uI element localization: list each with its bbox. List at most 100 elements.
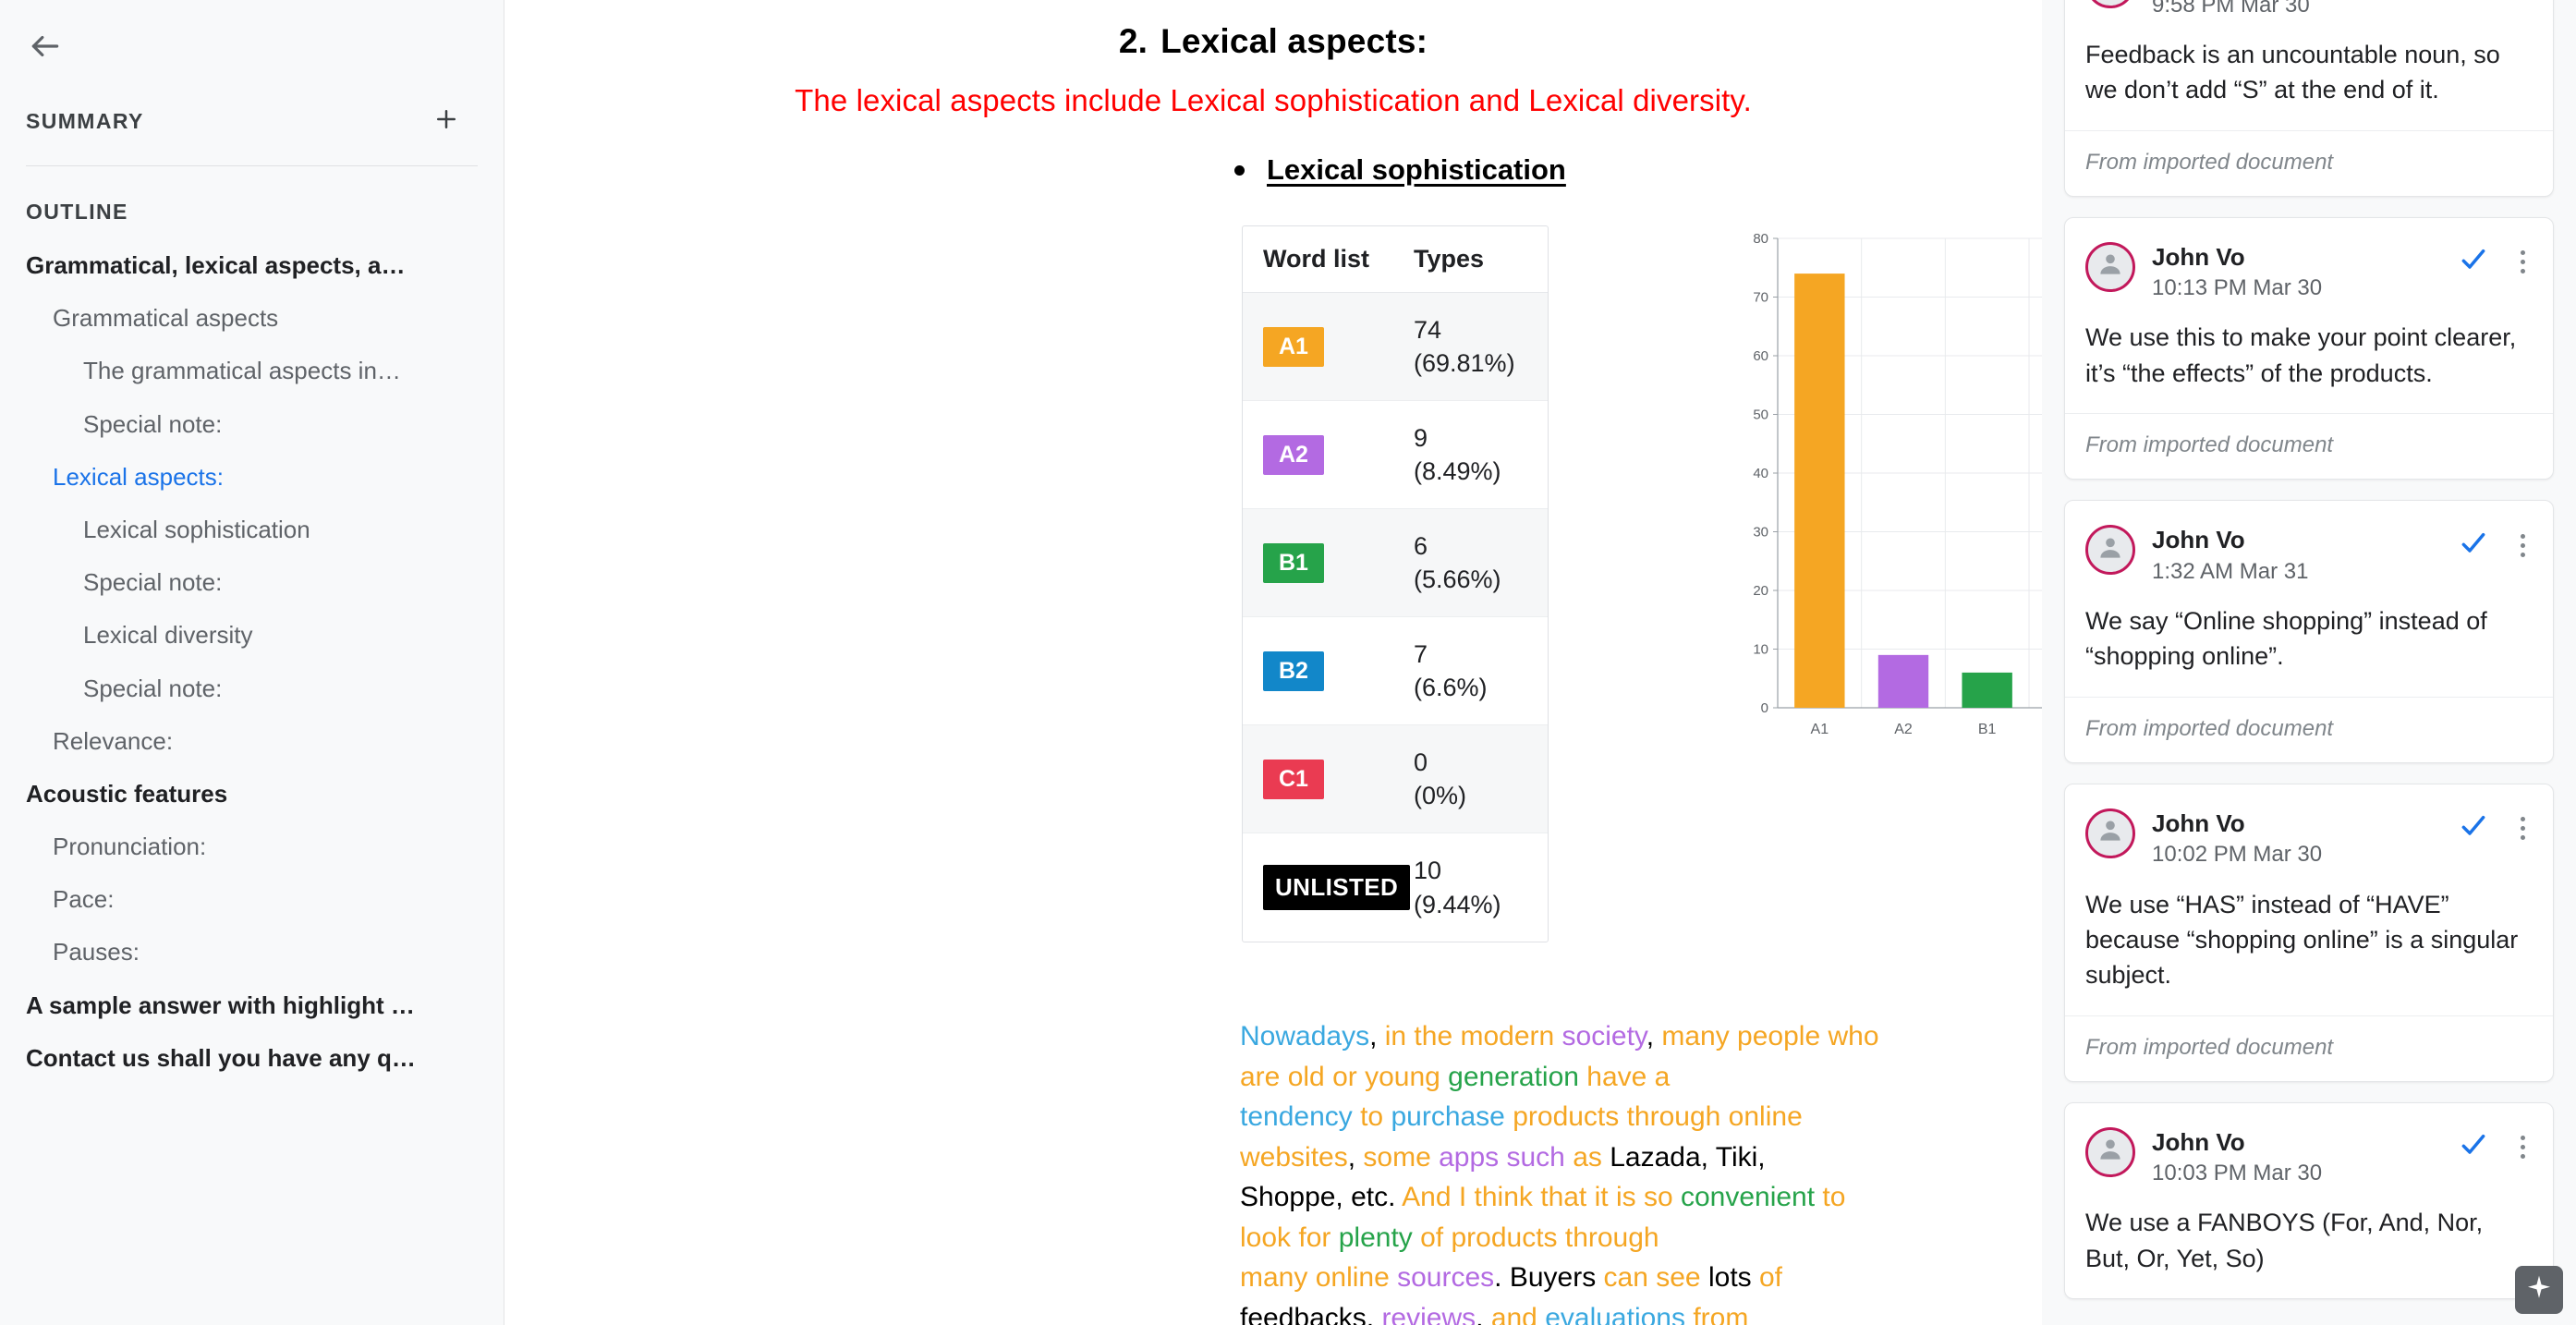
add-summary-button[interactable] (426, 101, 467, 141)
comment-card[interactable]: John Vo 10:03 PM Mar 30 We use a FANBOYS (… (2064, 1101, 2554, 1300)
types-percent: (5.66%) (1414, 565, 1501, 593)
cell-word-list: B1 (1243, 542, 1414, 583)
sparkle-icon (2524, 1273, 2554, 1307)
sidebar-item-8[interactable]: Special note: (0, 662, 504, 715)
bar-a1 (1794, 274, 1845, 708)
more-vertical-icon[interactable] (2510, 242, 2534, 283)
text-span: , (1646, 1021, 1662, 1051)
y-tick-label: 50 (1753, 407, 1768, 423)
sidebar-item-label: Acoustic features (26, 779, 228, 808)
sidebar-item-label: A sample answer with highlight … (26, 991, 415, 1019)
comment-card[interactable]: John Vo9:58 PM Mar 30 Feedback is an unco… (2064, 0, 2554, 197)
avatar (2085, 525, 2135, 576)
sidebar-item-5[interactable]: Lexical sophistication (0, 504, 504, 556)
resolve-comment-button[interactable] (2453, 1127, 2494, 1168)
x-tick-label: A2 (1894, 722, 1913, 737)
back-button[interactable] (11, 15, 79, 83)
comment-author: John Vo (2152, 242, 2245, 271)
table-row: B2 7 (6.6%) (1243, 617, 1548, 725)
text-span: apps such (1439, 1141, 1574, 1173)
column-header-types: Types (1414, 245, 1485, 273)
more-vertical-icon[interactable] (2510, 808, 2534, 849)
level-chip: A1 (1263, 326, 1324, 367)
types-count: 74 (1414, 315, 1442, 344)
sidebar-item-14[interactable]: A sample answer with highlight … (0, 979, 504, 1032)
bullet-item: Lexical sophistication (504, 153, 2042, 187)
text-span: sources (1397, 1262, 1495, 1293)
comment-header: John Vo9:58 PM Mar 30 (2065, 0, 2553, 20)
comment-header: John Vo 1:32 AM Mar 31 (2065, 501, 2553, 587)
text-span: tendency (1240, 1101, 1361, 1132)
avatar (2085, 241, 2135, 292)
sidebar-item-label: Contact us shall you have any q… (26, 1043, 416, 1072)
comment-card[interactable]: John Vo 1:32 AM Mar 31 We say “Online shop… (2064, 500, 2554, 763)
comment-card[interactable]: John Vo 10:02 PM Mar 30 We use “HAS” inste… (2064, 783, 2554, 1082)
types-percent: (69.81%) (1414, 349, 1515, 377)
text-span: society (1561, 1021, 1646, 1051)
outline-sidebar: SUMMARY OUTLINE Grammatical, lexical asp… (0, 0, 504, 1325)
comment-source-note: From imported document (2065, 696, 2553, 762)
text-span: lots (1707, 1262, 1759, 1293)
comment-header: John Vo 10:03 PM Mar 30 (2065, 1103, 2553, 1189)
resolve-comment-button[interactable] (2453, 808, 2494, 849)
table-row: C1 0 (0%) (1243, 725, 1548, 833)
bullet-label: Lexical sophistication (1267, 153, 1566, 186)
text-span: as (1573, 1141, 1610, 1173)
types-percent: (8.49%) (1414, 457, 1501, 485)
comments-panel: John Vo9:58 PM Mar 30Feedback is an unco… (2042, 0, 2576, 1325)
sidebar-item-0[interactable]: Grammatical, lexical aspects, a… (0, 239, 504, 292)
text-span: of products through (1420, 1222, 1659, 1253)
sidebar-item-10[interactable]: Acoustic features (0, 768, 504, 821)
cell-word-list: B2 (1243, 650, 1414, 691)
comment-body: We use this to make your point clearer, … (2085, 323, 2517, 387)
sidebar-item-3[interactable]: Special note: (0, 398, 504, 451)
sidebar-item-7[interactable]: Lexical diversity (0, 609, 504, 662)
sidebar-item-9[interactable]: Relevance: (0, 715, 504, 768)
types-count: 9 (1414, 423, 1428, 452)
sidebar-item-2[interactable]: The grammatical aspects in… (0, 345, 504, 397)
sidebar-item-1[interactable]: Grammatical aspects (0, 292, 504, 345)
more-vertical-icon[interactable] (2510, 1127, 2534, 1168)
figure-row: Word list Types A1 74 (69.81%) A2 9 (8.49%) B1… (504, 225, 2042, 942)
person-icon (2095, 532, 2126, 568)
sidebar-item-15[interactable]: Contact us shall you have any q… (0, 1032, 504, 1085)
outline-list: Grammatical, lexical aspects, a… Grammati… (0, 225, 504, 1085)
more-vertical-icon[interactable] (2510, 525, 2534, 565)
table-row: A2 9 (8.49%) (1243, 401, 1548, 509)
text-span: feedbacks (1240, 1302, 1367, 1325)
y-tick-label: 30 (1753, 525, 1768, 541)
heading-text: Lexical aspects: (1160, 22, 1428, 60)
types-count: 6 (1414, 531, 1428, 560)
resolve-comment-button[interactable] (2453, 525, 2494, 565)
sidebar-item-label: Grammatical, lexical aspects, a… (26, 251, 406, 279)
cell-word-list: UNLISTED (1243, 865, 1414, 910)
comment-meta: John Vo 10:03 PM Mar 30 (2152, 1127, 2436, 1189)
text-span: . (1494, 1262, 1510, 1293)
level-chip: UNLISTED (1263, 865, 1411, 910)
table-row: A1 74 (69.81%) (1243, 293, 1548, 401)
sidebar-item-4[interactable]: Lexical aspects: (0, 451, 504, 504)
level-chip: A2 (1263, 434, 1324, 475)
resolve-comment-button[interactable] (2453, 242, 2494, 283)
comment-card[interactable]: John Vo 10:13 PM Mar 30 We use this to mak… (2064, 216, 2554, 480)
comment-source-note: From imported document (2065, 129, 2553, 196)
cell-types: 10 (9.44%) (1414, 854, 1501, 921)
y-tick-label: 60 (1753, 348, 1768, 364)
comment-timestamp: 1:32 AM Mar 31 (2152, 558, 2309, 584)
comment-timestamp: 10:13 PM Mar 30 (2152, 275, 2323, 301)
sidebar-item-12[interactable]: Pace: (0, 873, 504, 926)
assistant-fab-button[interactable] (2515, 1266, 2563, 1314)
sidebar-item-13[interactable]: Pauses: (0, 926, 504, 979)
y-tick-label: 20 (1753, 583, 1768, 599)
sidebar-item-6[interactable]: Special note: (0, 556, 504, 609)
bar-b1 (1962, 672, 2012, 708)
comment-author: John Vo (2152, 526, 2245, 554)
sidebar-item-label: Lexical sophistication (83, 515, 310, 543)
sidebar-item-label: Grammatical aspects (53, 304, 279, 333)
document-page: 2. Lexical aspects: The lexical aspects i… (504, 22, 2042, 1325)
check-icon (2459, 245, 2488, 279)
paragraph-line: many online sources. Buyers can see lots… (1240, 1258, 1894, 1325)
text-span: some (1363, 1141, 1440, 1173)
table-header-row: Word list Types (1243, 226, 1548, 293)
sidebar-item-11[interactable]: Pronunciation: (0, 821, 504, 873)
